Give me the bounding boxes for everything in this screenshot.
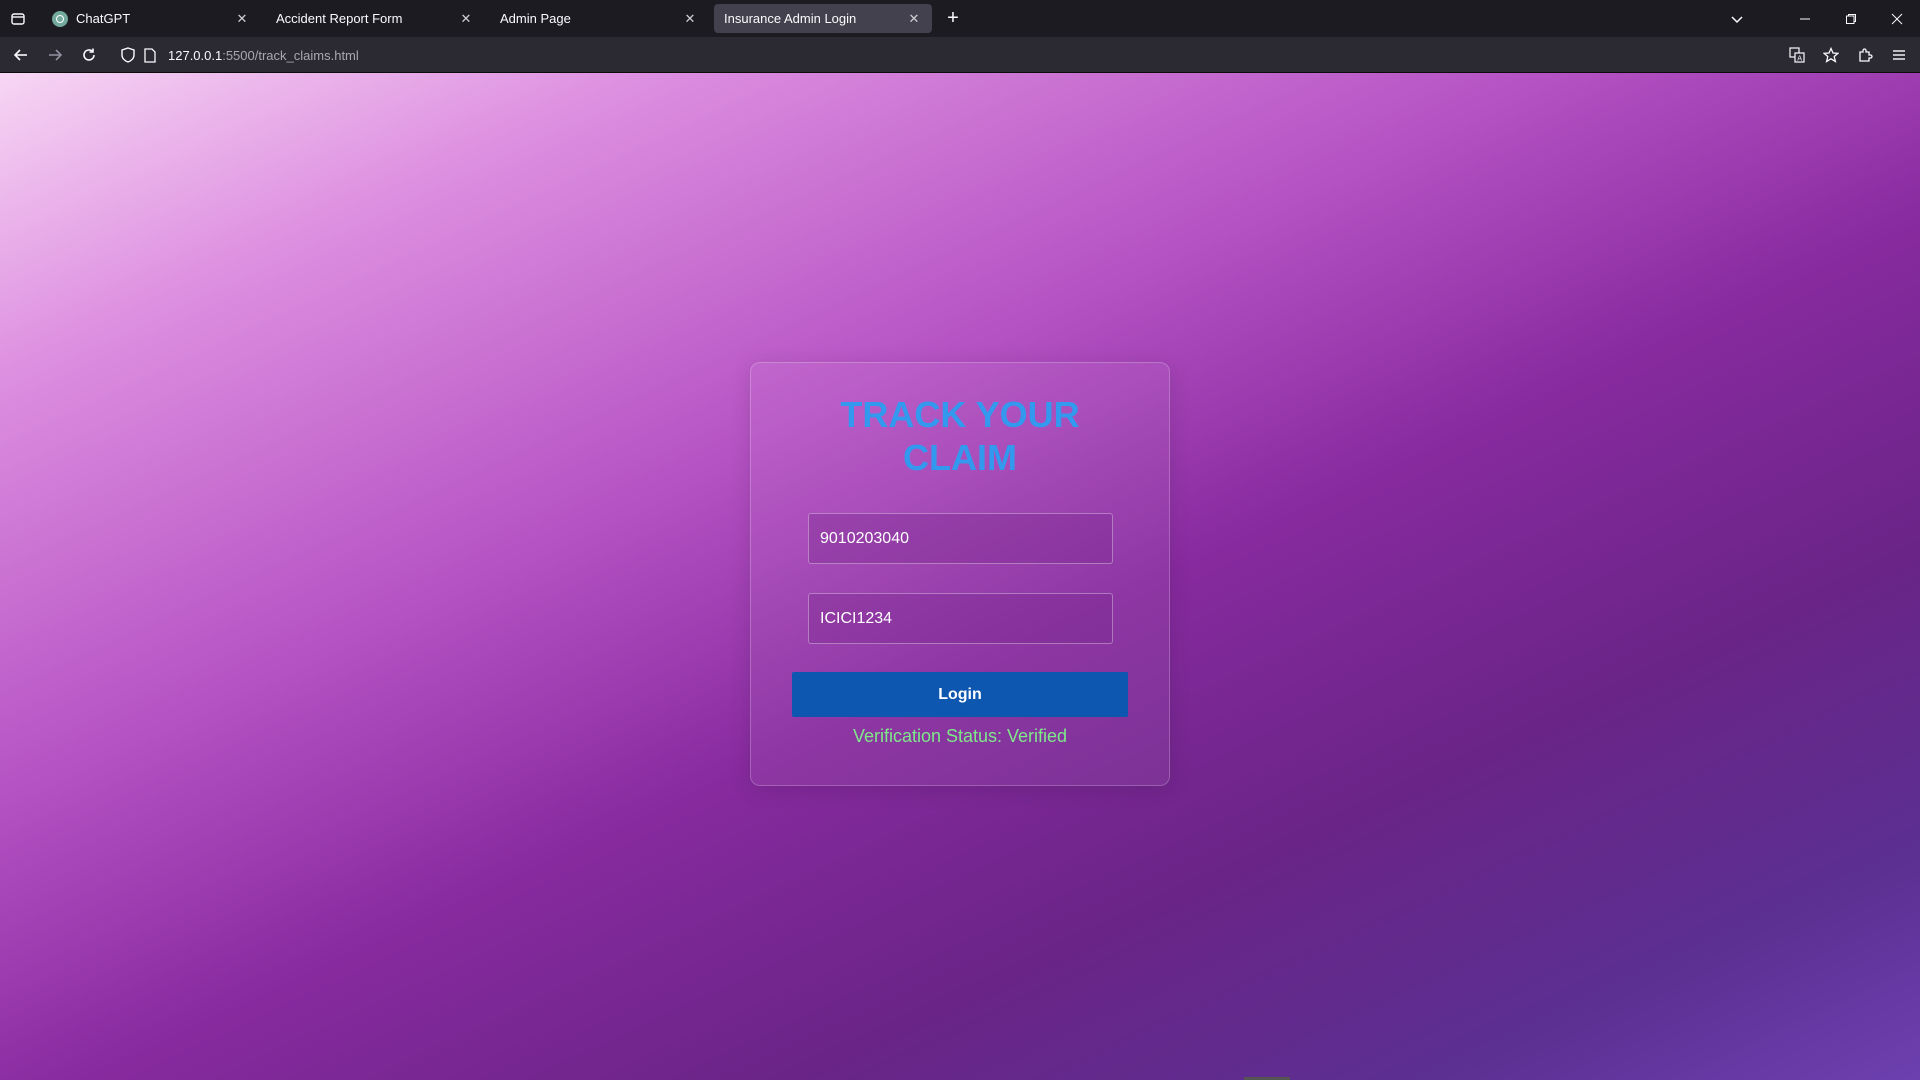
tab-chatgpt[interactable]: ChatGPT ✕ — [42, 4, 260, 33]
reload-icon[interactable] — [72, 40, 106, 70]
policy-number-value: ICICI1234 — [820, 609, 893, 627]
tab-title: Accident Report Form — [276, 11, 403, 26]
track-claim-card: TRACK YOUR CLAIM 9010203040 ICICI1234 Lo… — [750, 362, 1170, 786]
url-bar[interactable]: 127.0.0.1:5500/track_claims.html — [112, 41, 1840, 69]
close-icon[interactable]: ✕ — [906, 11, 922, 27]
chatgpt-icon — [52, 10, 68, 27]
page-content: TRACK YOUR CLAIM 9010203040 ICICI1234 Lo… — [0, 73, 1920, 1080]
forward-arrow-icon[interactable] — [38, 40, 72, 70]
close-icon[interactable]: ✕ — [234, 11, 250, 27]
puzzle-icon[interactable] — [1848, 40, 1882, 70]
restore-icon[interactable] — [1828, 0, 1874, 37]
page-title: TRACK YOUR CLAIM — [751, 393, 1169, 479]
close-icon[interactable]: ✕ — [682, 11, 698, 27]
svg-text:A: A — [1797, 55, 1802, 63]
title-line-1: TRACK YOUR — [840, 394, 1080, 435]
url-path: :5500/track_claims.html — [222, 47, 359, 63]
verification-status: Verification Status: Verified — [852, 726, 1068, 746]
login-button[interactable]: Login — [792, 672, 1128, 717]
tab-admin-page[interactable]: Admin Page ✕ — [490, 4, 708, 33]
translate-icon[interactable]: A — [1780, 40, 1814, 70]
tab-insurance-admin-login[interactable]: Insurance Admin Login ✕ — [714, 4, 932, 33]
close-icon[interactable] — [1874, 0, 1920, 37]
url-host: 127.0.0.1 — [168, 47, 223, 63]
chevron-down-icon[interactable] — [1714, 0, 1760, 37]
shield-icon[interactable] — [118, 45, 138, 65]
tab-title: Admin Page — [500, 11, 571, 26]
minimize-icon[interactable] — [1782, 0, 1828, 37]
close-icon[interactable]: ✕ — [458, 11, 474, 27]
phone-number-input[interactable]: 9010203040 — [808, 513, 1113, 564]
tab-overview-icon[interactable] — [0, 0, 36, 37]
policy-number-input[interactable]: ICICI1234 — [808, 593, 1113, 644]
back-arrow-icon[interactable] — [4, 40, 38, 70]
hamburger-menu-icon[interactable] — [1882, 40, 1916, 70]
navigation-bar: 127.0.0.1:5500/track_claims.html A — [0, 37, 1920, 73]
phone-number-value: 9010203040 — [820, 529, 909, 547]
page-icon[interactable] — [140, 45, 160, 65]
tab-strip: ChatGPT ✕ Accident Report Form ✕ Admin P… — [0, 0, 1920, 37]
plus-icon[interactable]: + — [938, 4, 968, 34]
title-line-2: CLAIM — [903, 437, 1017, 478]
tab-accident-report-form[interactable]: Accident Report Form ✕ — [266, 4, 484, 33]
star-icon[interactable] — [1814, 40, 1848, 70]
tab-title: Insurance Admin Login — [724, 11, 857, 26]
tab-title: ChatGPT — [76, 11, 131, 26]
